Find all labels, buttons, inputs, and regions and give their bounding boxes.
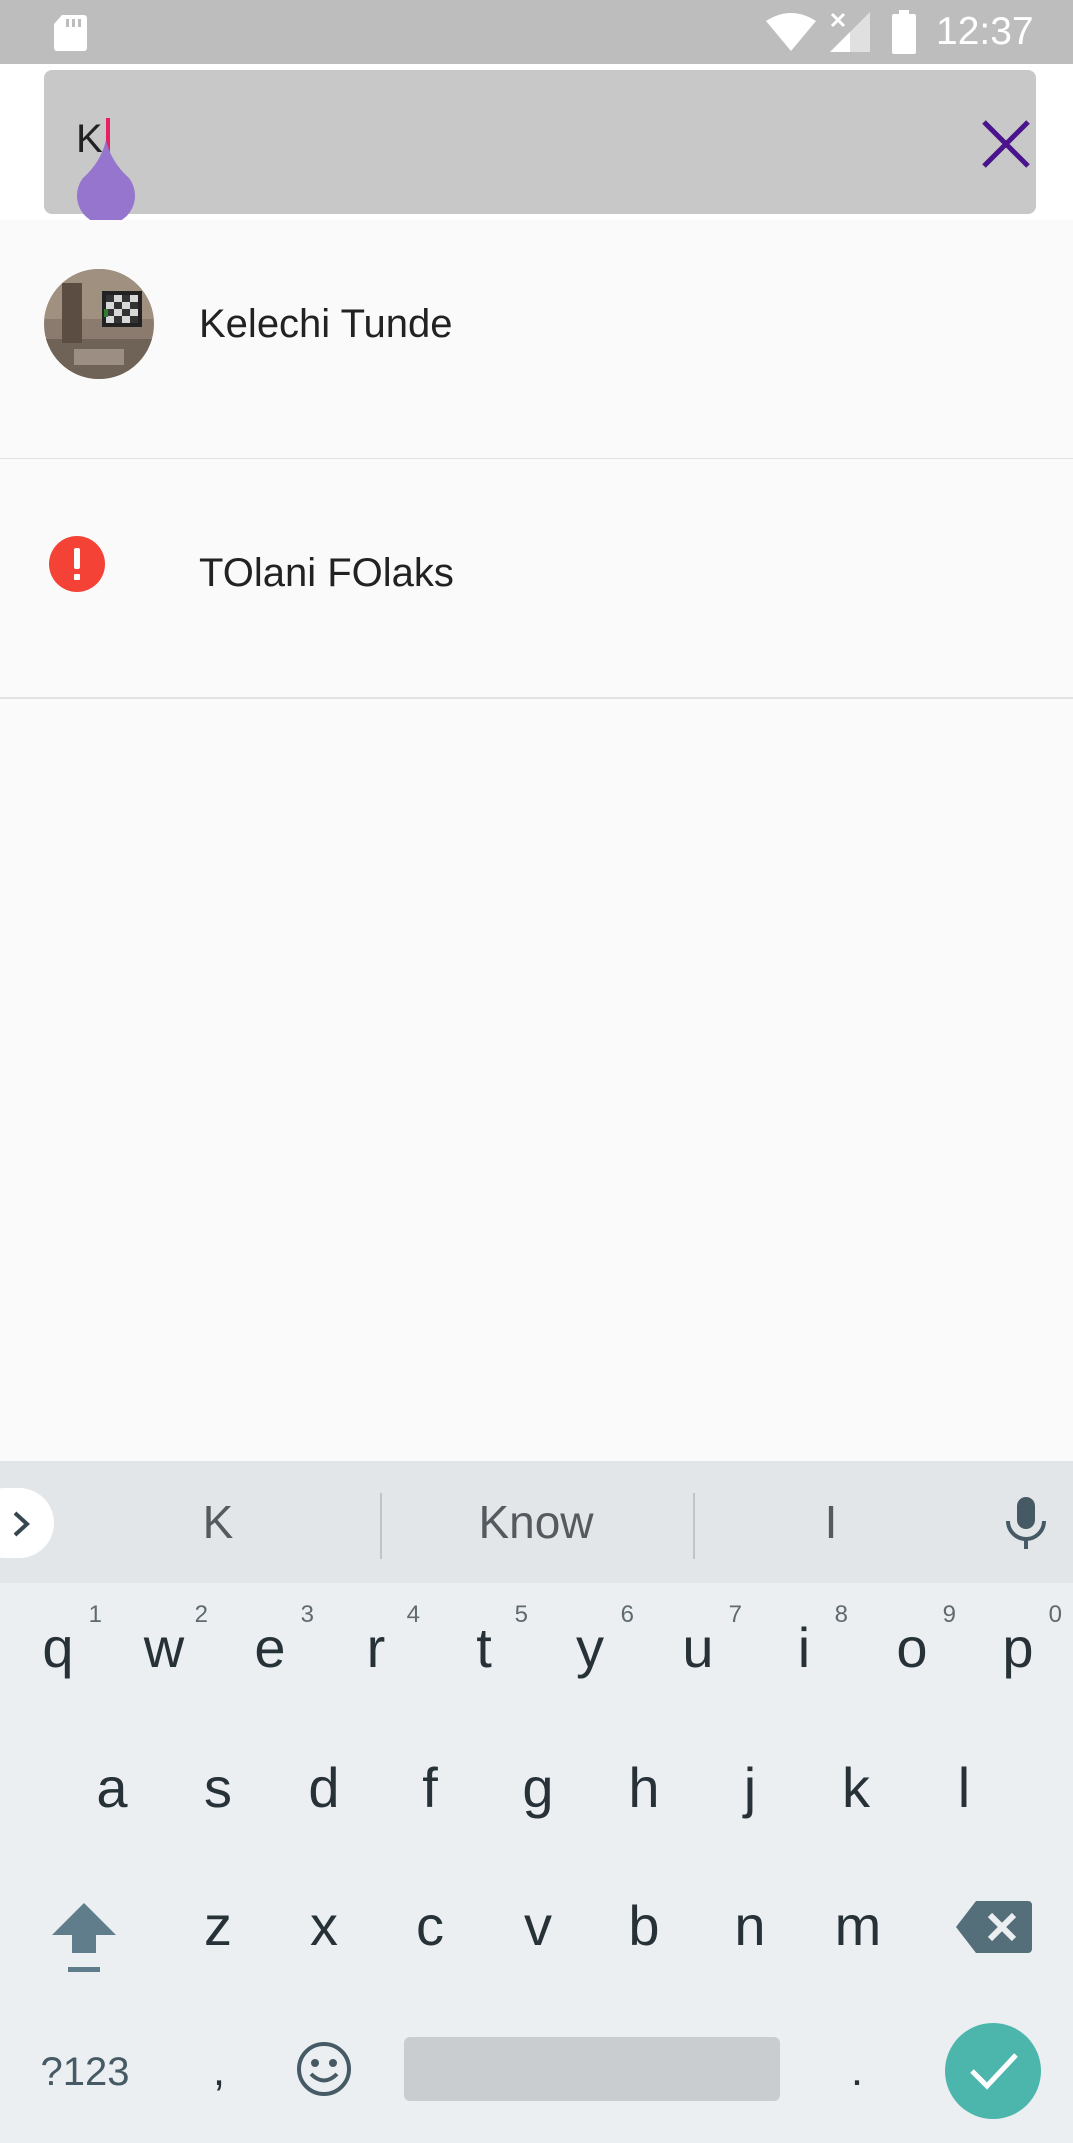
signal-icon bbox=[830, 12, 870, 52]
comma-key[interactable]: , bbox=[196, 2031, 242, 2111]
status-clock: 12:37 bbox=[936, 10, 1034, 53]
expand-toolbar-button[interactable] bbox=[0, 1488, 54, 1558]
key-k[interactable]: k bbox=[806, 1729, 906, 1859]
suggestion-3[interactable]: I bbox=[696, 1461, 966, 1583]
keyboard-row-4: ?123 , . bbox=[0, 2007, 1073, 2143]
period-key[interactable]: . bbox=[842, 2031, 872, 2111]
keyboard-row-1: q1 w2 e3 r4 t5 y6 u7 i8 o9 p0 bbox=[0, 1587, 1073, 1723]
soft-keyboard: K Know I q1 w2 e3 r4 t5 y6 u7 i8 o9 p0 a… bbox=[0, 1461, 1073, 2143]
shift-key[interactable] bbox=[44, 1889, 124, 1989]
key-e[interactable]: e3 bbox=[220, 1587, 320, 1717]
key-x[interactable]: x bbox=[274, 1867, 374, 1997]
key-t[interactable]: t5 bbox=[434, 1587, 534, 1717]
contact-name: TOlani FOlaks bbox=[199, 550, 454, 595]
avatar bbox=[44, 269, 154, 379]
status-bar: 12:37 bbox=[0, 0, 1073, 64]
list-item[interactable]: TOlani FOlaks bbox=[0, 459, 1073, 699]
space-bar[interactable] bbox=[404, 2037, 780, 2101]
key-d[interactable]: d bbox=[274, 1729, 374, 1859]
cursor-handle[interactable] bbox=[75, 140, 137, 222]
close-icon bbox=[982, 120, 1030, 168]
keyboard-row-3: z x c v b n m bbox=[0, 1867, 1073, 2003]
divider bbox=[693, 1493, 695, 1559]
backspace-icon[interactable] bbox=[956, 1897, 1032, 1957]
key-h[interactable]: h bbox=[594, 1729, 694, 1859]
key-j[interactable]: j bbox=[700, 1729, 800, 1859]
sd-card-icon bbox=[54, 15, 87, 51]
key-y[interactable]: y6 bbox=[540, 1587, 640, 1717]
chevron-right-icon bbox=[13, 1511, 30, 1537]
key-z[interactable]: z bbox=[168, 1867, 268, 1997]
suggestion-2[interactable]: Know bbox=[382, 1461, 690, 1583]
key-i[interactable]: i8 bbox=[754, 1587, 854, 1717]
key-w[interactable]: w2 bbox=[114, 1587, 214, 1717]
contact-name: Kelechi Tunde bbox=[199, 301, 453, 346]
key-b[interactable]: b bbox=[594, 1867, 694, 1997]
key-u[interactable]: u7 bbox=[648, 1587, 748, 1717]
key-f[interactable]: f bbox=[380, 1729, 480, 1859]
key-n[interactable]: n bbox=[700, 1867, 800, 1997]
clear-search-button[interactable] bbox=[976, 114, 1036, 174]
key-c[interactable]: c bbox=[380, 1867, 480, 1997]
key-o[interactable]: o9 bbox=[862, 1587, 962, 1717]
app-bar: K bbox=[0, 64, 1073, 222]
photo-avatar-icon bbox=[44, 269, 154, 379]
checkmark-icon bbox=[970, 2053, 1018, 2090]
key-l[interactable]: l bbox=[914, 1729, 1014, 1859]
done-button[interactable] bbox=[945, 2023, 1041, 2119]
key-s[interactable]: s bbox=[168, 1729, 268, 1859]
key-g[interactable]: g bbox=[488, 1729, 588, 1859]
key-q[interactable]: q1 bbox=[8, 1587, 108, 1717]
key-v[interactable]: v bbox=[488, 1867, 588, 1997]
battery-icon bbox=[892, 10, 916, 54]
emoji-icon[interactable] bbox=[296, 2041, 352, 2097]
key-a[interactable]: a bbox=[62, 1729, 162, 1859]
key-m[interactable]: m bbox=[808, 1867, 908, 1997]
microphone-icon[interactable] bbox=[1000, 1495, 1052, 1551]
key-p[interactable]: p0 bbox=[968, 1587, 1068, 1717]
alert-icon bbox=[49, 536, 105, 592]
list-item[interactable]: Kelechi Tunde bbox=[0, 220, 1073, 460]
key-r[interactable]: r4 bbox=[326, 1587, 426, 1717]
keyboard-row-2: a s d f g h j k l bbox=[0, 1729, 1073, 1865]
suggestion-1[interactable]: K bbox=[60, 1461, 376, 1583]
suggestion-strip: K Know I bbox=[0, 1461, 1073, 1583]
search-field[interactable]: K bbox=[44, 70, 1036, 222]
wifi-icon bbox=[766, 13, 816, 51]
symbols-key[interactable]: ?123 bbox=[30, 2037, 140, 2107]
